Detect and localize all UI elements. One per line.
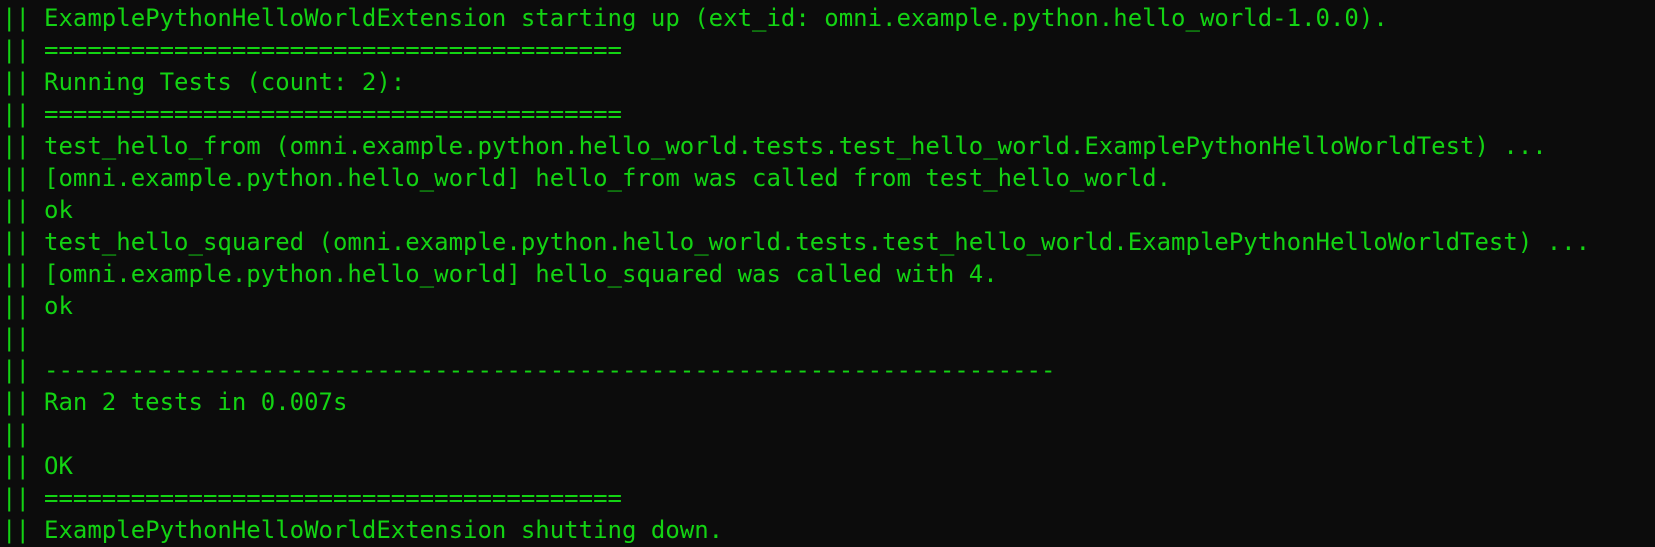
line-text: [omni.example.python.hello_world] hello_…: [44, 164, 1172, 192]
line-text: test_hello_squared (omni.example.python.…: [44, 228, 1591, 256]
line-text: ok: [44, 292, 73, 320]
terminal-line: || ExamplePythonHelloWorldExtension shutt…: [0, 514, 1590, 546]
line-gutter: ||: [2, 4, 30, 32]
terminal-line: || ======================================…: [0, 34, 1590, 66]
terminal-line: || Running Tests (count: 2):: [0, 66, 1590, 98]
terminal-line: ||: [0, 322, 1590, 354]
line-gutter: ||: [2, 388, 30, 416]
line-gutter: ||: [2, 164, 30, 192]
terminal-line: || ok: [0, 194, 1590, 226]
terminal-line: || ======================================…: [0, 482, 1590, 514]
line-text: Ran 2 tests in 0.007s: [44, 388, 348, 416]
terminal-line: || test_hello_squared (omni.example.pytho…: [0, 226, 1590, 258]
line-gutter: ||: [2, 516, 30, 544]
terminal-window[interactable]: || ExamplePythonHelloWorldExtension start…: [0, 0, 1655, 547]
line-text: ExamplePythonHelloWorldExtension startin…: [44, 4, 1388, 32]
terminal-line: || [omni.example.python.hello_world] hell…: [0, 258, 1590, 290]
line-text: ========================================: [44, 484, 622, 512]
line-text: OK: [44, 452, 73, 480]
terminal-line: || ======================================…: [0, 98, 1590, 130]
line-gutter: ||: [2, 196, 30, 224]
terminal-line: || test_hello_from (omni.example.python.h…: [0, 130, 1590, 162]
line-gutter: ||: [2, 260, 30, 288]
terminal-line: ||: [0, 418, 1590, 450]
line-gutter: ||: [2, 324, 30, 352]
line-text: Running Tests (count: 2):: [44, 68, 406, 96]
line-gutter: ||: [2, 132, 30, 160]
line-text: test_hello_from (omni.example.python.hel…: [44, 132, 1547, 160]
terminal-line: || Ran 2 tests in 0.007s: [0, 386, 1590, 418]
line-gutter: ||: [2, 356, 30, 384]
terminal-line: || ExamplePythonHelloWorldExtension start…: [0, 2, 1590, 34]
line-text: ========================================: [44, 100, 622, 128]
line-gutter: ||: [2, 452, 30, 480]
line-text: ok: [44, 196, 73, 224]
line-gutter: ||: [2, 292, 30, 320]
line-text: ========================================: [44, 36, 622, 64]
terminal-line: || OK: [0, 450, 1590, 482]
terminal-line: || --------------------------------------…: [0, 354, 1590, 386]
line-gutter: ||: [2, 100, 30, 128]
terminal-line: || [omni.example.python.hello_world] hell…: [0, 162, 1590, 194]
line-gutter: ||: [2, 420, 30, 448]
line-gutter: ||: [2, 68, 30, 96]
terminal-output: || ExamplePythonHelloWorldExtension start…: [0, 0, 1590, 546]
line-text: ----------------------------------------…: [44, 356, 1056, 384]
line-text: [omni.example.python.hello_world] hello_…: [44, 260, 998, 288]
line-gutter: ||: [2, 36, 30, 64]
terminal-line: || ok: [0, 290, 1590, 322]
line-text: ExamplePythonHelloWorldExtension shuttin…: [44, 516, 724, 544]
line-gutter: ||: [2, 484, 30, 512]
line-gutter: ||: [2, 228, 30, 256]
